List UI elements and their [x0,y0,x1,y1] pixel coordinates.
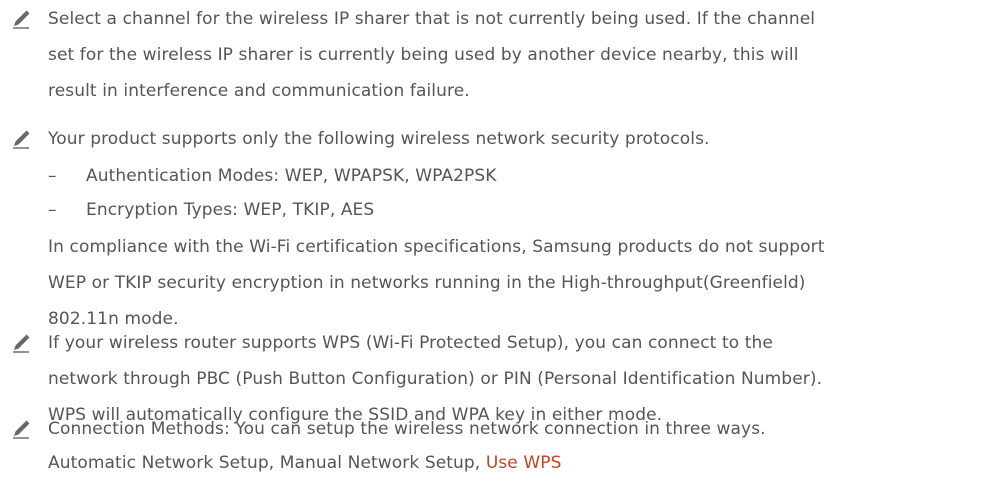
list-dash: – [48,166,57,186]
pencil-icon [10,332,32,354]
note-text-line: 802.11n mode. [48,309,179,329]
pencil-icon [10,128,32,150]
note-intro: Your product supports only the following… [48,129,710,149]
note-text-line: WEP or TKIP security encryption in netwo… [48,273,806,293]
note-text-line: Connection Methods: You can setup the wi… [48,419,766,439]
pencil-icon [10,418,32,440]
note-text-line: Select a channel for the wireless IP sha… [48,9,816,29]
list-dash: – [48,200,57,220]
pencil-icon [10,8,32,30]
use-wps-link[interactable]: Use WPS [486,453,562,473]
note-text-line: set for the wireless IP sharer is curren… [48,45,799,65]
note-text-line: network through PBC (Push Button Configu… [48,369,823,389]
note-text-line: result in interference and communication… [48,81,470,101]
note-text-line: If your wireless router supports WPS (Wi… [48,333,773,353]
note-text-line: In compliance with the Wi-Fi certificati… [48,237,825,257]
list-item-encryption-types: Encryption Types: WEP, TKIP, AES [86,200,375,220]
document-page: Select a channel for the wireless IP sha… [0,0,988,479]
note-text-line: Automatic Network Setup, Manual Network … [48,452,562,474]
list-item-auth-modes: Authentication Modes: WEP, WPAPSK, WPA2P… [86,166,497,186]
connection-methods-list: Automatic Network Setup, Manual Network … [48,453,486,473]
pencil-icon [10,217,32,239]
